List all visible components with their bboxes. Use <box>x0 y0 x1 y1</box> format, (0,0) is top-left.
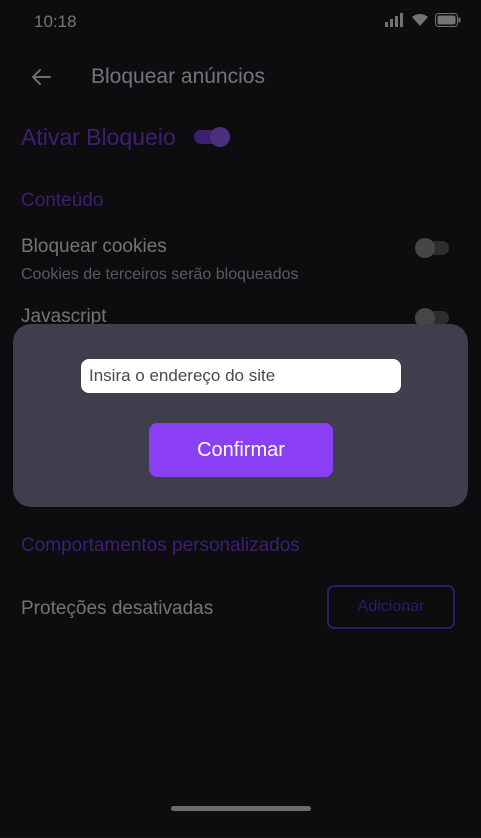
add-site-dialog: Confirmar <box>13 324 468 507</box>
confirm-button[interactable]: Confirmar <box>149 423 333 477</box>
site-address-input[interactable] <box>81 359 401 393</box>
